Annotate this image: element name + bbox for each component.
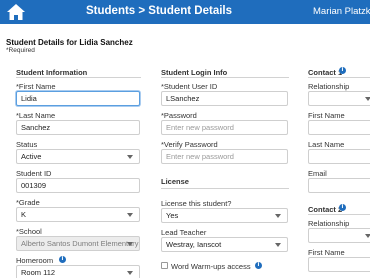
grade-select[interactable]: K <box>16 207 140 222</box>
license-student-label: License this student? <box>161 199 232 208</box>
contact1-email-input[interactable] <box>308 178 370 193</box>
info-icon[interactable]: i <box>339 67 346 74</box>
info-icon[interactable]: i <box>255 262 262 269</box>
student-id-label: Student ID <box>16 169 52 178</box>
section-title-contact-2: Contact 2 <box>308 205 343 214</box>
verify-password-label: *Verify Password <box>161 140 218 149</box>
section-divider <box>161 188 289 189</box>
password-label: *Password <box>161 111 197 120</box>
section-divider <box>16 77 141 78</box>
school-select: Alberto Santos Dumont Elementary <box>16 236 140 251</box>
contact1-last-name-input[interactable] <box>308 149 370 164</box>
contact1-first-name-label: First Name <box>308 111 345 120</box>
last-name-label: *Last Name <box>16 111 56 120</box>
home-icon[interactable] <box>6 3 26 21</box>
first-name-label: *First Name <box>16 82 56 91</box>
user-menu[interactable]: Marian Platzke <box>313 6 370 17</box>
lead-teacher-label: Lead Teacher <box>161 228 207 237</box>
user-id-label: *Student User ID <box>161 82 218 91</box>
section-title-student-information: Student Information <box>16 68 88 77</box>
grade-label: *Grade <box>16 198 40 207</box>
school-label: *School <box>16 227 42 236</box>
contact2-relationship-select[interactable] <box>308 228 370 243</box>
last-name-input[interactable]: Sanchez <box>16 120 140 135</box>
homeroom-select[interactable]: Room 112 <box>16 265 140 278</box>
info-icon[interactable]: i <box>59 256 66 263</box>
breadcrumb[interactable]: Students > Student Details <box>86 5 232 17</box>
word-warmups-checkbox[interactable] <box>161 262 168 269</box>
contact1-relationship-label: Relationship <box>308 82 350 91</box>
word-warmups-label: Word Warm-ups access <box>171 262 251 271</box>
homeroom-label: Homeroom <box>16 256 54 265</box>
contact2-relationship-label: Relationship <box>308 219 350 228</box>
contact2-first-name-label: First Name <box>308 248 345 257</box>
required-note: *Required <box>6 47 35 54</box>
section-title-license: License <box>161 177 189 186</box>
verify-password-input[interactable]: Enter new password <box>161 149 288 164</box>
contact1-first-name-input[interactable] <box>308 120 370 135</box>
status-select[interactable]: Active <box>16 149 140 164</box>
section-title-contact-1: Contact 1 <box>308 68 343 77</box>
lead-teacher-select[interactable]: Westray, Ianscot <box>161 237 288 252</box>
contact2-first-name-input[interactable] <box>308 257 370 272</box>
section-title-login-info: Student Login Info <box>161 68 228 77</box>
status-label: Status <box>16 140 38 149</box>
contact1-last-name-label: Last Name <box>308 140 345 149</box>
contact1-email-label: Email <box>308 169 327 178</box>
page-title: Student Details for Lidia Sanchez <box>6 38 133 47</box>
license-student-select[interactable]: Yes <box>161 208 288 223</box>
user-id-input[interactable]: LSanchez <box>161 91 288 106</box>
section-divider <box>308 77 370 78</box>
section-divider <box>308 214 370 215</box>
top-nav-bar: Students > Student Details Marian Platzk… <box>0 0 370 24</box>
first-name-input[interactable]: Lidia <box>16 91 140 106</box>
contact1-relationship-select[interactable] <box>308 91 370 106</box>
section-divider <box>161 77 289 78</box>
password-input[interactable]: Enter new password <box>161 120 288 135</box>
info-icon[interactable]: i <box>339 204 346 211</box>
student-id-input[interactable]: 001309 <box>16 178 140 193</box>
